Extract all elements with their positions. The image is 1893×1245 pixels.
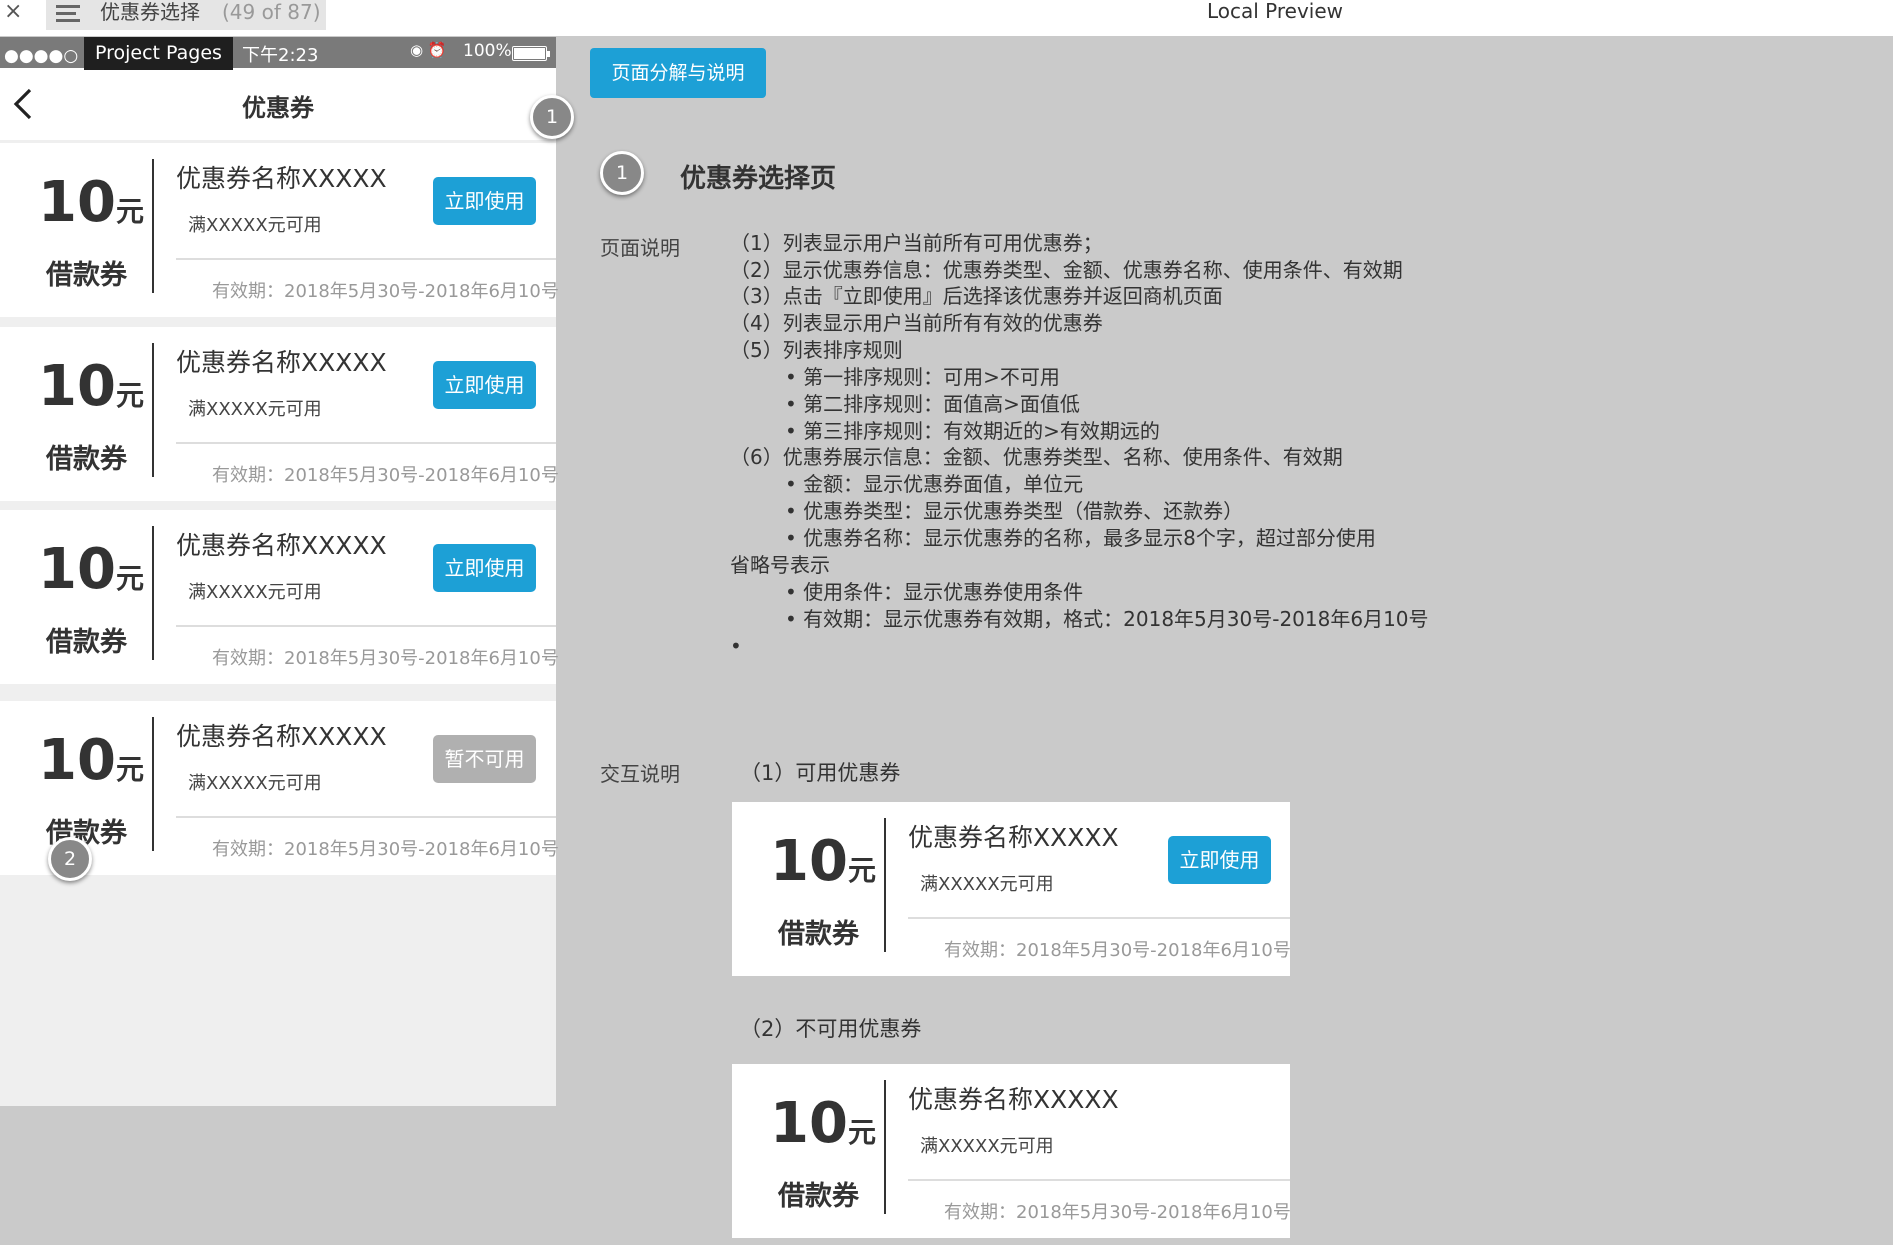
battery-percent: 100% [463, 41, 512, 61]
coupon-card[interactable]: 10元 借款券 优惠券名称XXXXX 满XXXXX元可用 立即使用 有效期：20… [0, 510, 559, 684]
desc-line: • 优惠券名称：显示优惠券的名称，最多显示8个字，超过部分使用 [785, 526, 1376, 550]
divider [176, 258, 556, 260]
project-pages-tooltip: Project Pages [84, 37, 233, 70]
coupon-amount: 10元 [770, 1091, 876, 1156]
coupon-condition: 满XXXXX元可用 [188, 773, 322, 794]
coupon-amount: 10元 [770, 829, 876, 894]
desc-line: （1）列表显示用户当前所有可用优惠券； [730, 231, 1103, 255]
desc-line: • 第三排序规则：有效期近的>有效期远的 [785, 419, 1160, 443]
coupon-name: 优惠券名称XXXXX [908, 823, 1119, 852]
close-icon[interactable]: × [4, 0, 22, 24]
sample-coupon-available[interactable]: 10元 借款券 优惠券名称XXXXX 满XXXXX元可用 立即使用 有效期：20… [732, 802, 1291, 976]
annotation-badge-2[interactable]: 2 [48, 837, 92, 881]
coupon-validity: 有效期：2018年5月30号-2018年6月10号 [212, 839, 559, 860]
divider [908, 917, 1290, 919]
divider [176, 816, 556, 818]
coupon-amount: 10元 [38, 728, 144, 793]
desc-line: • 优惠券类型：显示优惠券类型（借款券、还款券） [785, 499, 1244, 523]
desc-line: • 金额：显示优惠券面值，单位元 [785, 472, 1084, 496]
desc-line: （6）优惠券展示信息：金额、优惠券类型、名称、使用条件、有效期 [730, 445, 1343, 469]
app-title: Local Preview [1206, 0, 1344, 23]
coupon-condition: 满XXXXX元可用 [188, 582, 322, 603]
desc-line: • [730, 634, 742, 658]
battery-icon [512, 46, 550, 61]
coupon-validity: 有效期：2018年5月30号-2018年6月10号 [212, 648, 559, 669]
page-decomposition-button[interactable]: 页面分解与说明 [590, 48, 766, 98]
coupon-amount: 10元 [38, 537, 144, 602]
unavailable-button[interactable]: 暂不可用 [433, 735, 536, 783]
coupon-name: 优惠券名称XXXXX [176, 348, 387, 377]
use-now-button[interactable]: 立即使用 [1168, 836, 1271, 884]
divider [908, 1179, 1290, 1181]
desc-line: （3）点击『立即使用』后选择该优惠券并返回商机页面 [730, 284, 1223, 308]
desc-line: • 第二排序规则：面值高>面值低 [785, 392, 1080, 416]
coupon-card[interactable]: 10元 借款券 优惠券名称XXXXX 满XXXXX元可用 立即使用 有效期：20… [0, 327, 559, 501]
sample-coupon-unavailable[interactable]: 10元 借款券 优惠券名称XXXXX 满XXXXX元可用 有效期：2018年5月… [732, 1064, 1291, 1238]
coupon-name: 优惠券名称XXXXX [176, 164, 387, 193]
coupon-validity: 有效期：2018年5月30号-2018年6月10号 [212, 465, 559, 486]
coupon-type: 借款券 [778, 919, 859, 950]
coupon-condition: 满XXXXX元可用 [920, 1136, 1054, 1157]
page-selector[interactable]: 优惠券选择 (49 of 87) [46, 0, 326, 30]
divider [152, 526, 154, 660]
section-title: 优惠券选择页 [680, 164, 837, 194]
desc-line: 省略号表示 [730, 553, 830, 577]
divider [152, 159, 154, 293]
divider [176, 625, 556, 627]
desc-line: • 有效期：显示优惠券有效期，格式：2018年5月30号-2018年6月10号 [785, 607, 1429, 631]
coupon-validity: 有效期：2018年5月30号-2018年6月10号 [944, 1202, 1291, 1223]
coupon-validity: 有效期：2018年5月30号-2018年6月10号 [944, 940, 1291, 961]
divider [884, 818, 886, 952]
phone-mockup: ●●●●○ 中 Project Pages 下午2:23 ◉ ⏰ 100% 优惠… [0, 37, 574, 1106]
page-description-label: 页面说明 [600, 236, 680, 260]
coupon-condition: 满XXXXX元可用 [920, 874, 1054, 895]
use-now-button[interactable]: 立即使用 [433, 177, 536, 225]
use-now-button[interactable]: 立即使用 [433, 544, 536, 592]
nav-title: 优惠券 [242, 94, 314, 122]
divider [152, 717, 154, 851]
top-toolbar: × 优惠券选择 (49 of 87) Local Preview [0, 0, 1893, 36]
coupon-amount: 10元 [38, 354, 144, 419]
coupon-amount: 10元 [38, 170, 144, 235]
page-count: (49 of 87) [222, 0, 321, 24]
coupon-condition: 满XXXXX元可用 [188, 215, 322, 236]
coupon-validity: 有效期：2018年5月30号-2018年6月10号 [212, 281, 559, 302]
coupon-type: 借款券 [778, 1181, 859, 1212]
divider [884, 1080, 886, 1214]
available-coupon-title: （1）可用优惠券 [740, 761, 901, 785]
coupon-name: 优惠券名称XXXXX [908, 1085, 1119, 1114]
coupon-type: 借款券 [46, 444, 127, 475]
divider [176, 442, 556, 444]
coupon-condition: 满XXXXX元可用 [188, 399, 322, 420]
annotation-badge-1[interactable]: 1 [530, 95, 574, 139]
desc-line: （5）列表排序规则 [730, 338, 903, 362]
coupon-type: 借款券 [46, 627, 127, 658]
interaction-label: 交互说明 [600, 762, 680, 786]
desc-line: • 使用条件：显示优惠券使用条件 [785, 580, 1084, 604]
coupon-type: 借款券 [46, 260, 127, 291]
coupon-name: 优惠券名称XXXXX [176, 531, 387, 560]
current-page-title: 优惠券选择 [100, 0, 200, 24]
use-now-button[interactable]: 立即使用 [433, 361, 536, 409]
unavailable-coupon-title: （2）不可用优惠券 [740, 1017, 922, 1041]
nav-bar: 优惠券 [0, 68, 556, 140]
desc-line: （2）显示优惠券信息：优惠券类型、金额、优惠券名称、使用条件、有效期 [730, 258, 1403, 282]
status-bar: ●●●●○ 中 Project Pages 下午2:23 ◉ ⏰ 100% [0, 37, 556, 70]
menu-icon[interactable] [56, 5, 80, 23]
coupon-name: 优惠券名称XXXXX [176, 722, 387, 751]
status-icons: ◉ ⏰ [410, 41, 447, 59]
status-time: 下午2:23 [242, 45, 319, 66]
desc-line: • 第一排序规则：可用>不可用 [785, 365, 1060, 389]
divider [152, 343, 154, 477]
coupon-card[interactable]: 10元 借款券 优惠券名称XXXXX 满XXXXX元可用 立即使用 有效期：20… [0, 143, 559, 317]
desc-line: （4）列表显示用户当前所有有效的优惠券 [730, 311, 1103, 335]
section-badge-1[interactable]: 1 [600, 151, 644, 195]
